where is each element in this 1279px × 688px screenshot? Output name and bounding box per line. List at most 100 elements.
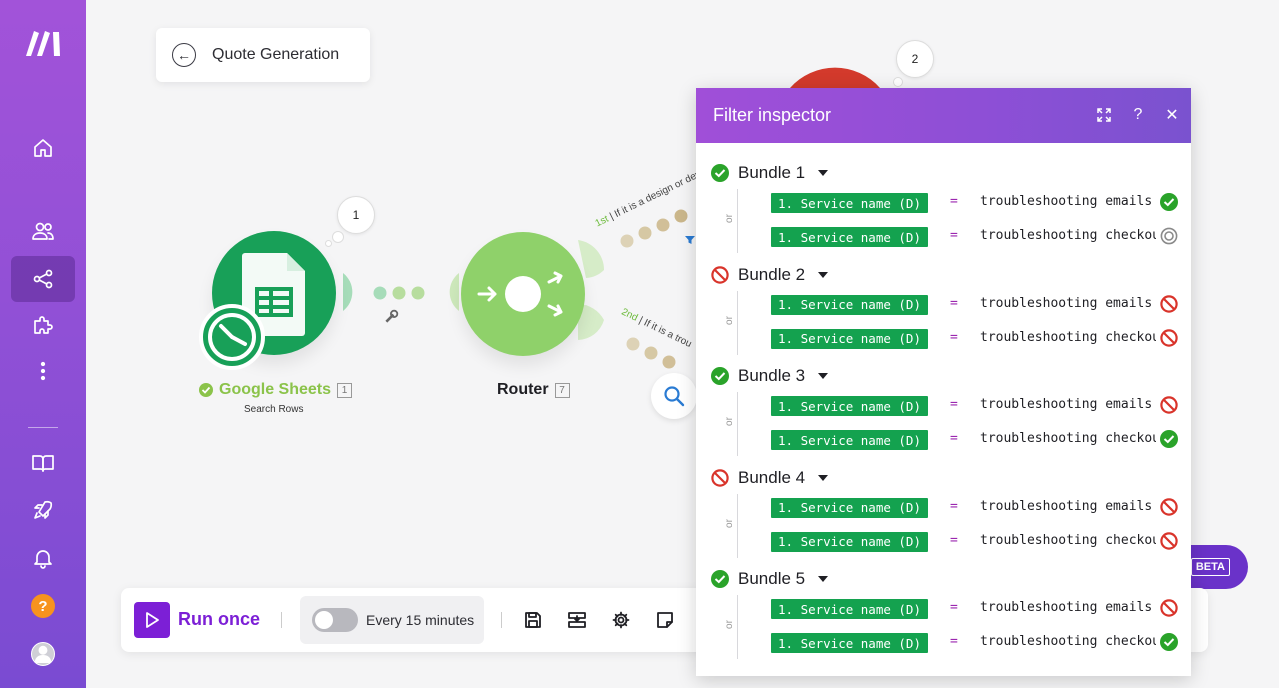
- filter-inspector-header: Filter inspector ? ✕: [696, 88, 1191, 143]
- condition-value: troubleshooting emails: [980, 295, 1153, 311]
- close-icon[interactable]: ✕: [1165, 104, 1179, 126]
- run-once-label[interactable]: Run once: [178, 609, 260, 630]
- condition-value: troubleshooting checkout: [980, 532, 1156, 548]
- or-label: or: [723, 214, 735, 223]
- bundle-pass-icon: [711, 367, 729, 385]
- condition-field-tag: 1. Service name (D): [771, 497, 928, 518]
- route-cap-1: [578, 240, 605, 278]
- schedule-clock-icon[interactable]: [199, 304, 265, 370]
- condition-operator: =: [950, 228, 958, 243]
- connection-dot: [392, 286, 406, 300]
- filter-condition: 1. Service name (D) = troubleshooting chec…: [771, 429, 1181, 451]
- connection-dot: [373, 286, 387, 300]
- route-dot: [638, 226, 652, 240]
- bundle-pass-icon: [711, 164, 729, 182]
- filter-condition: 1. Service name (D) = troubleshooting emai…: [771, 598, 1181, 620]
- gs-connector-cap: [343, 273, 353, 311]
- route-dot: [674, 209, 688, 223]
- bundle-header[interactable]: Bundle 1: [711, 163, 829, 183]
- schedule-toggle[interactable]: [312, 608, 358, 632]
- condition-field-tag: 1. Service name (D): [771, 396, 928, 416]
- explain-flow-icon: [568, 612, 586, 628]
- router-label[interactable]: Router 7: [497, 381, 570, 399]
- bundle-pass-icon: [711, 570, 729, 588]
- bundle-label: Bundle 1: [738, 163, 806, 182]
- bundle-or-line: [737, 189, 738, 253]
- module-title: Router: [497, 381, 549, 398]
- filter-condition: 1. Service name (D) = troubleshooting chec…: [771, 328, 1181, 350]
- operations-bubble[interactable]: 1: [337, 196, 375, 234]
- explain-flow-button[interactable]: [565, 608, 589, 632]
- schedule-control: Every 15 minutes: [300, 596, 484, 644]
- play-icon: [146, 612, 159, 628]
- or-label: or: [723, 315, 735, 325]
- help-question-icon[interactable]: ?: [1131, 104, 1145, 126]
- module-subtitle: Search Rows: [244, 404, 304, 415]
- search-icon: [664, 386, 685, 407]
- router-connector-cap: [449, 273, 459, 311]
- filter-condition: 1. Service name (D) = troubleshooting emai…: [771, 294, 1181, 316]
- bundle-fail-icon: [711, 265, 729, 284]
- router-module[interactable]: [461, 232, 585, 356]
- save-button[interactable]: [521, 608, 545, 632]
- route-dot: [620, 234, 634, 248]
- condition-operator: =: [950, 397, 958, 412]
- condition-skipped-icon: [1160, 227, 1178, 250]
- condition-field-tag: 1. Service name (D): [771, 294, 928, 315]
- google-sheets-label[interactable]: Google Sheets 1: [199, 381, 353, 399]
- red-module-partial: [790, 67, 880, 88]
- bundle-fail-icon: [711, 468, 729, 487]
- route-dot: [656, 218, 670, 232]
- chevron-down-icon: [818, 576, 829, 582]
- settings-icon: [612, 611, 630, 629]
- run-once-button[interactable]: [134, 602, 170, 638]
- bundle-header[interactable]: Bundle 3: [711, 366, 829, 386]
- condition-field-tag: 1. Service name (D): [771, 328, 928, 349]
- toolbar-divider: [281, 612, 282, 628]
- condition-value: troubleshooting emails: [980, 397, 1153, 412]
- notes-icon: [657, 612, 673, 628]
- bundle-header[interactable]: Bundle 2: [711, 264, 829, 285]
- filter-icon: [685, 236, 695, 244]
- operations-count: 2: [911, 52, 919, 66]
- condition-field-tag: 1. Service name (D): [771, 599, 928, 619]
- notes-button[interactable]: [653, 608, 677, 632]
- condition-fail-icon: [1160, 396, 1178, 419]
- filter-inspector-panel: Filter inspector ? ✕ Bundle 1 or 1. Servic…: [696, 88, 1191, 676]
- condition-operator: =: [950, 194, 958, 209]
- bundle-label: Bundle 4: [738, 467, 806, 487]
- bundle-label: Bundle 3: [738, 366, 806, 385]
- condition-value: troubleshooting checkout: [980, 634, 1156, 649]
- route-dot: [662, 355, 676, 369]
- filter-condition: 1. Service name (D) = troubleshooting emai…: [771, 395, 1181, 417]
- bubble-tail: [325, 240, 332, 247]
- operations-bubble-2[interactable]: 2: [896, 40, 934, 78]
- expand-icon[interactable]: [1097, 104, 1111, 126]
- condition-pass-icon: [1160, 193, 1178, 216]
- or-label: or: [723, 620, 735, 629]
- schedule-label[interactable]: Every 15 minutes: [366, 612, 474, 628]
- save-icon: [525, 612, 541, 628]
- bundle-or-line: [737, 290, 738, 355]
- bundle-label: Bundle 5: [738, 569, 806, 588]
- condition-field-tag: 1. Service name (D): [771, 531, 928, 552]
- module-id: 7: [554, 382, 570, 398]
- settings-button[interactable]: [609, 608, 633, 632]
- module-id: 1: [337, 382, 353, 398]
- chevron-down-icon: [818, 170, 829, 176]
- bundle-label: Bundle 2: [738, 264, 806, 284]
- condition-operator: =: [950, 532, 958, 548]
- bundle-header[interactable]: Bundle 5: [711, 569, 829, 589]
- connection-dot: [411, 286, 425, 300]
- canvas-search-button[interactable]: [651, 373, 697, 419]
- chevron-down-icon: [818, 271, 829, 278]
- filter-condition: 1. Service name (D) = troubleshooting emai…: [771, 192, 1181, 214]
- chevron-down-icon: [818, 373, 829, 379]
- condition-operator: =: [950, 634, 958, 649]
- bundle-header[interactable]: Bundle 4: [711, 467, 829, 488]
- module-title: Google Sheets: [219, 381, 332, 398]
- condition-value: troubleshooting emails: [980, 600, 1153, 615]
- condition-field-tag: 1. Service name (D): [771, 633, 928, 653]
- route-dot: [626, 337, 640, 351]
- or-label: or: [723, 417, 735, 426]
